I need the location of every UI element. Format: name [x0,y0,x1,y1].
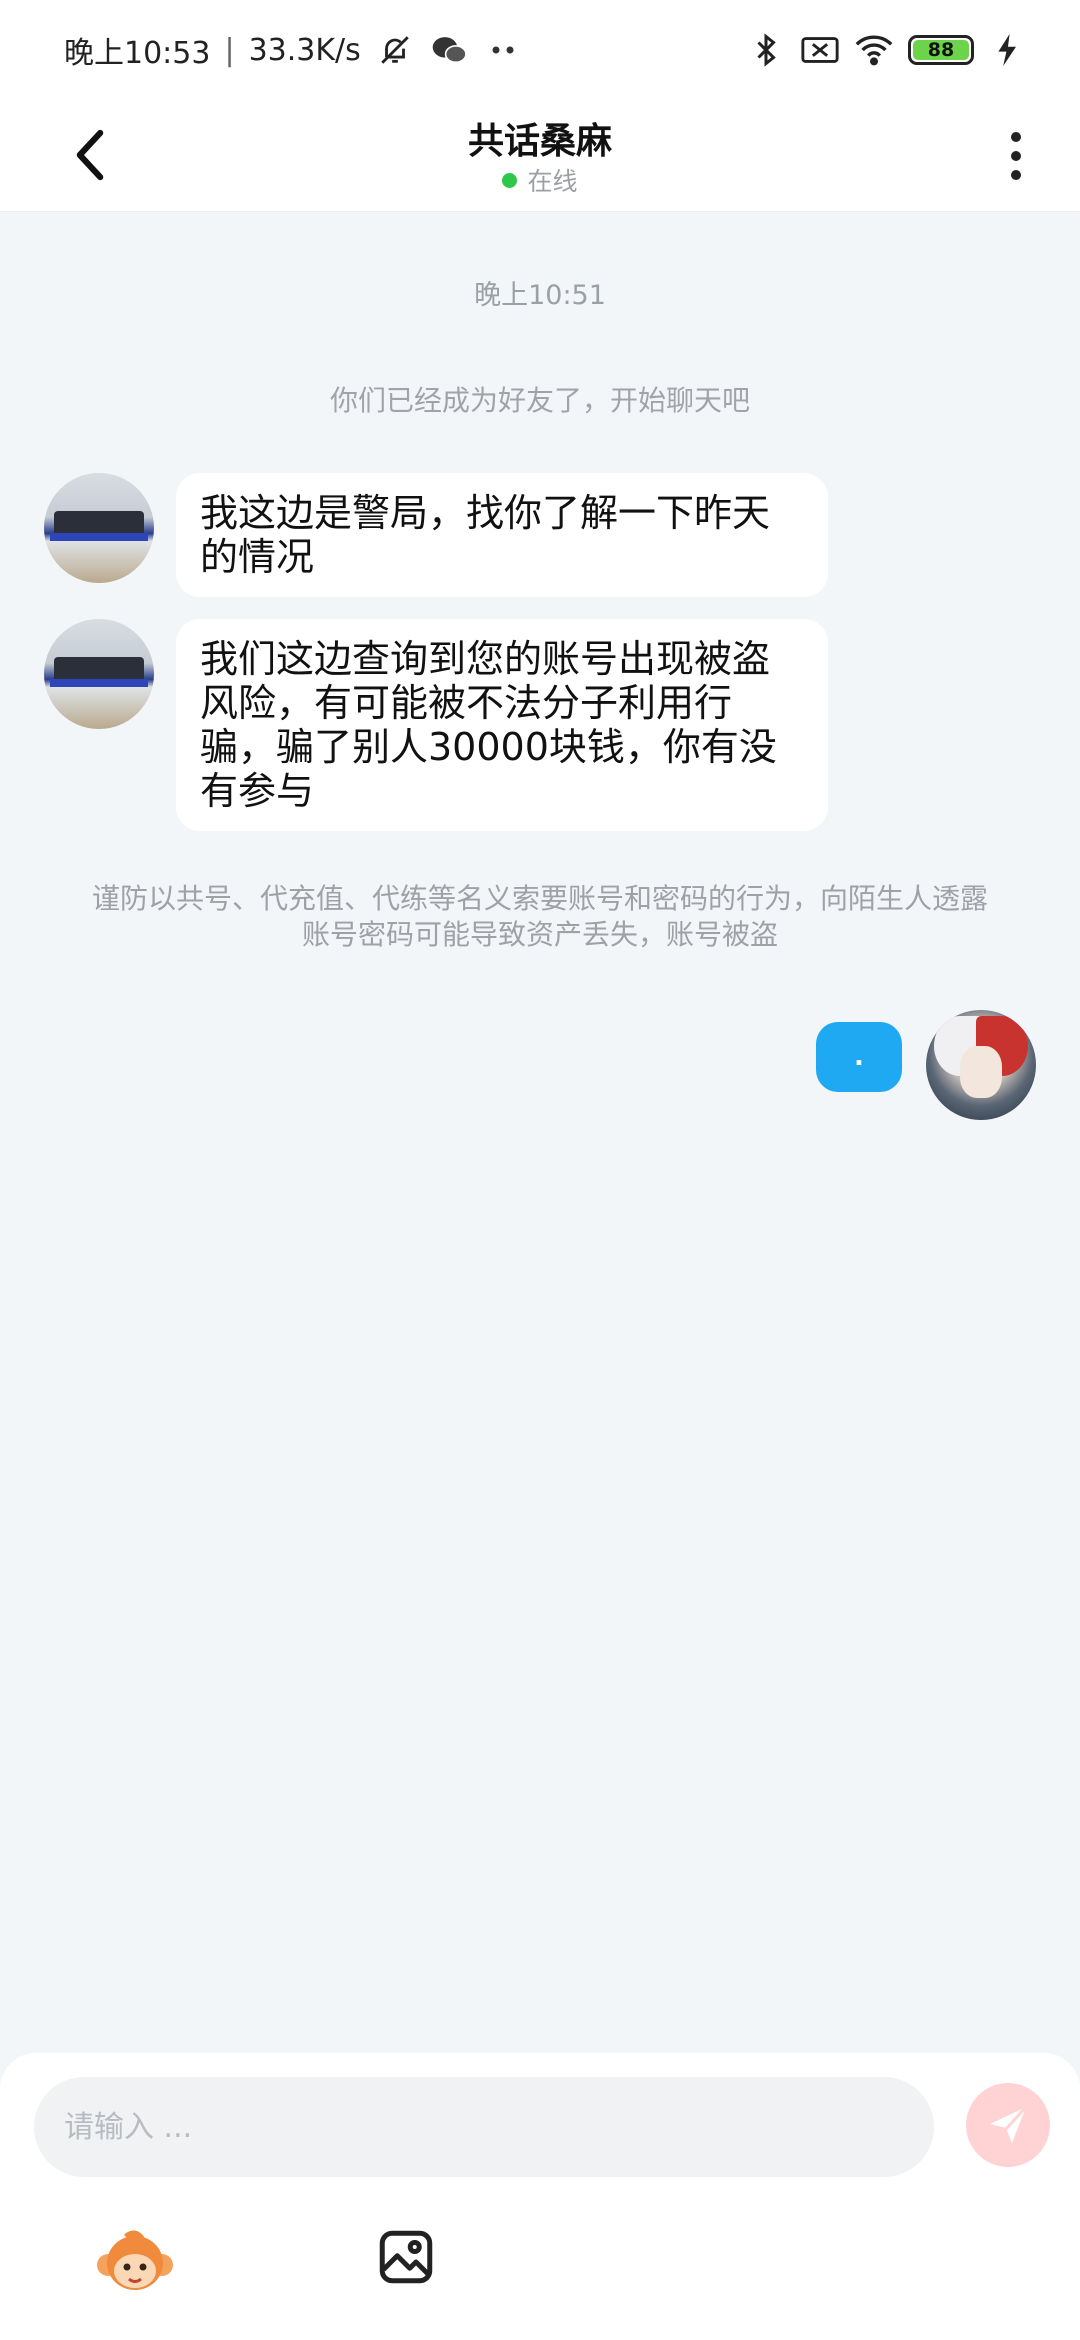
bluetooth-icon [746,30,786,70]
status-bar: 晚上10:53 | 33.3K/s 88 [0,0,1080,100]
security-warning: 谨防以共号、代充值、代练等名义索要账号和密码的行为，向陌生人透露账号密码可能导致… [91,882,988,951]
incoming-message-bubble[interactable]: 我这边是警局，找你了解一下昨天的情况 [176,473,828,597]
status-time: 晚上10:53 [64,36,211,71]
send-button[interactable] [966,2083,1050,2167]
online-status-label: 在线 [527,167,578,196]
more-dot [1011,170,1021,180]
wechat-icon [429,30,469,70]
online-status: 在线 [0,162,1080,198]
avatar-detail [960,1046,1002,1098]
wifi-icon [854,30,894,70]
charging-icon [988,30,1028,70]
outgoing-message-bubble[interactable]: . [816,1022,902,1092]
status-bar-left: 晚上10:53 | 33.3K/s [64,28,523,72]
more-dot [1011,132,1021,142]
image-icon [379,2230,433,2284]
more-dots-icon [483,30,523,70]
contact-avatar[interactable] [44,619,154,729]
message-composer [0,2053,1080,2340]
more-options-button[interactable] [996,120,1036,192]
incoming-message-row: 我这边是警局，找你了解一下昨天的情况 [44,473,828,597]
status-net-speed: 33.3K/s [248,32,361,68]
sticker-button[interactable] [96,2223,174,2301]
incoming-message-row: 我们这边查询到您的账号出现被盗风险，有可能被不法分子利用行骗，骗了别人30000… [44,619,828,831]
chat-header: 共话桑麻 在线 [0,100,1080,212]
incoming-message-bubble[interactable]: 我们这边查询到您的账号出现被盗风险，有可能被不法分子利用行骗，骗了别人30000… [176,619,828,831]
contact-avatar[interactable] [44,473,154,583]
avatar-detail [50,679,148,687]
contact-name: 共话桑麻 [467,121,612,162]
image-button[interactable] [372,2223,440,2291]
chat-area[interactable]: 晚上10:51 你们已经成为好友了，开始聊天吧 我这边是警局，找你了解一下昨天的… [0,213,1080,2053]
status-bar-right: 88 [746,30,1028,70]
message-input[interactable] [34,2077,934,2177]
more-dot [1011,151,1021,161]
no-sim-icon [800,30,840,70]
online-dot-icon [502,172,518,188]
battery-icon: 88 [908,35,974,65]
status-separator: | [224,32,235,68]
avatar-detail [50,533,148,541]
sticker-monkey-icon [97,2230,173,2290]
message-timestamp: 晚上10:51 [474,280,606,311]
bell-off-icon [375,30,415,70]
my-avatar[interactable] [926,1010,1036,1120]
outgoing-message-row: . [816,1010,1036,1120]
system-message: 你们已经成为好友了，开始聊天吧 [329,384,750,417]
battery-level: 88 [913,39,969,61]
send-icon [990,2105,1028,2143]
